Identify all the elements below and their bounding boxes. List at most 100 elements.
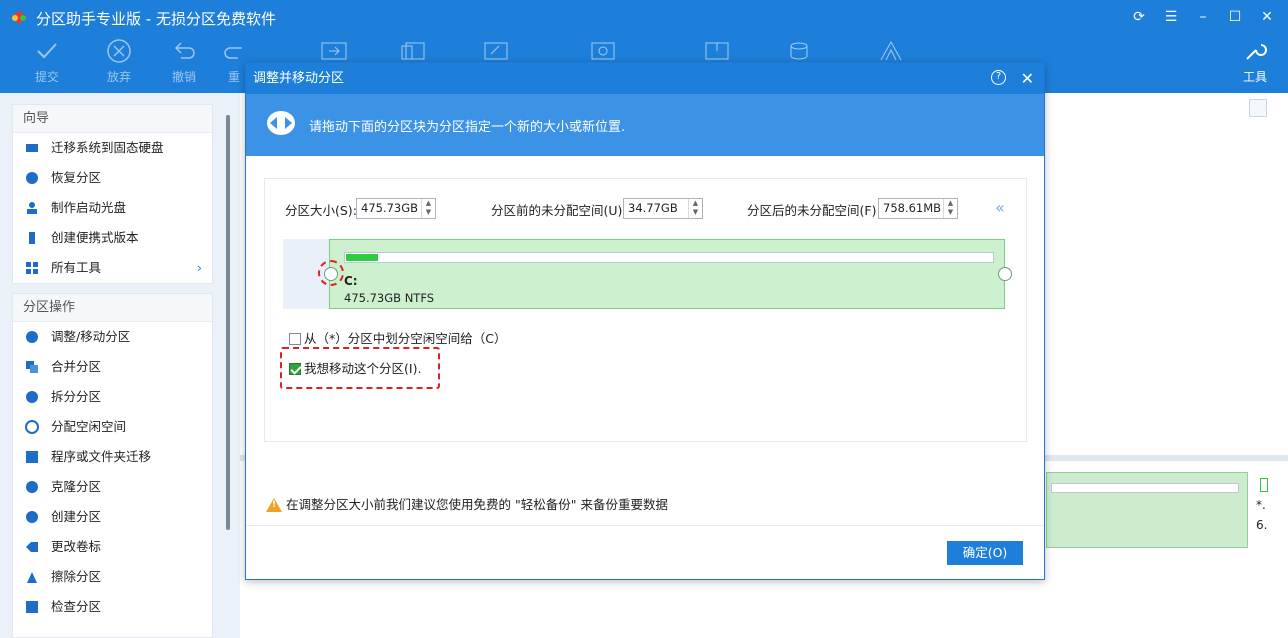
backup-warning: 在调整分区大小前我们建议您使用免费的 "轻松备份" 来备份重要数据 <box>266 494 668 513</box>
check-icon <box>37 43 57 59</box>
pie-icon <box>26 331 38 343</box>
refresh-icon[interactable]: ⟳ <box>1130 8 1148 26</box>
bootable-icon[interactable] <box>702 40 732 62</box>
partition-usage-bar <box>344 252 994 263</box>
convert-icon[interactable] <box>588 40 618 62</box>
wizard-panel: 向导 迁移系统到固态硬盘 恢复分区 制作启动光盘 创建便携式版本 所有工具 › <box>12 104 213 284</box>
redo-button[interactable]: 重 <box>222 38 246 85</box>
app-logo-icon <box>11 11 27 24</box>
dialog-banner: 请拖动下面的分区块为分区指定一个新的大小或新位置. <box>246 94 1044 156</box>
allocate-from-checkbox-row[interactable]: 从（*）分区中划分空闲空间给（C） <box>289 328 506 347</box>
resize-partition-icon[interactable] <box>319 40 349 62</box>
before-label: 分区前的未分配空间(U): <box>491 203 627 218</box>
disk-right-text-1: *. <box>1256 498 1266 512</box>
dialog-close-icon[interactable]: ✕ <box>1021 63 1034 94</box>
sidebar-item-portable-version[interactable]: 创建便携式版本 <box>13 223 212 253</box>
tag-icon <box>26 542 38 552</box>
sidebar-item-all-tools[interactable]: 所有工具 › <box>13 253 212 283</box>
dialog-titlebar: 调整并移动分区 ? ✕ <box>246 63 1044 94</box>
highlight-box <box>280 347 440 389</box>
copy-disk-icon[interactable] <box>400 40 430 62</box>
tools-button[interactable]: 工具 <box>1230 38 1280 85</box>
spin-arrows-icon[interactable]: ▲ ▼ <box>688 199 702 218</box>
sidebar-scrollbar[interactable] <box>226 115 230 530</box>
sidebar-item-create-partition[interactable]: 创建分区 <box>13 502 212 532</box>
sidebar-item-split[interactable]: 拆分分区 <box>13 382 212 412</box>
spin-arrows-icon[interactable]: ▲ ▼ <box>943 199 957 218</box>
wrench-icon <box>1246 44 1267 60</box>
maximize-icon[interactable]: ☐ <box>1226 8 1244 26</box>
sidebar-item-wipe-partition[interactable]: 擦除分区 <box>13 562 212 592</box>
size-label: 分区大小(S): <box>285 203 357 218</box>
redo-icon <box>224 47 242 59</box>
resize-arrows-icon <box>267 111 295 135</box>
collapse-icon[interactable]: « <box>995 198 1005 217</box>
allocate-icon <box>25 420 39 434</box>
dialog-title: 调整并移动分区 <box>253 71 345 86</box>
main-area <box>1046 93 1288 638</box>
disk-mini-bar <box>1260 478 1268 492</box>
person-disc-icon <box>27 202 37 214</box>
minimize-icon[interactable]: – <box>1194 8 1212 26</box>
right-resize-handle[interactable] <box>998 267 1012 281</box>
partition-info: 475.73GB NTFS <box>344 291 435 305</box>
sidebar-item-migrate-os[interactable]: 迁移系统到固态硬盘 <box>13 133 212 163</box>
disk-info-column: *. 6. <box>1256 474 1276 532</box>
partition-ops-panel: 分区操作 调整/移动分区 合并分区 拆分分区 分配空闲空间 程序或文件夹迁移 克… <box>12 293 213 638</box>
submit-button[interactable]: 提交 <box>22 38 72 85</box>
partition-letter: C: <box>344 274 358 288</box>
database-icon[interactable] <box>786 40 816 62</box>
merge-icon <box>26 361 38 373</box>
dialog-separator <box>246 525 1044 526</box>
wizard-title: 向导 <box>13 105 212 133</box>
help-icon[interactable]: ? <box>991 70 1006 85</box>
chevron-right-icon: › <box>197 260 202 275</box>
recover-icon <box>26 172 38 184</box>
clone-icon <box>26 481 38 493</box>
sidebar-item-check-partition[interactable]: 检查分区 <box>13 592 212 622</box>
discard-button[interactable]: 放弃 <box>94 38 144 85</box>
close-icon[interactable]: ✕ <box>1258 8 1276 26</box>
disk-partition-bar[interactable] <box>1046 472 1248 548</box>
sidebar-item-bootable-cd[interactable]: 制作启动光盘 <box>13 193 212 223</box>
ok-button[interactable]: 确定(O) <box>947 541 1023 565</box>
sidebar-item-app-migrate[interactable]: 程序或文件夹迁移 <box>13 442 212 472</box>
resize-panel: 分区大小(S): 475.73GB ▲ ▼ 分区前的未分配空间(U): 34.77… <box>264 178 1027 442</box>
warning-icon <box>266 498 282 512</box>
view-toggle-icon[interactable] <box>1249 99 1267 117</box>
check-partition-icon <box>26 601 38 613</box>
highlight-ring <box>318 260 344 286</box>
align-icon[interactable] <box>876 40 906 62</box>
create-icon <box>26 511 38 523</box>
broom-icon <box>27 572 37 583</box>
split-icon <box>26 391 38 403</box>
app-title: 分区助手专业版 - 无损分区免费软件 <box>36 10 276 28</box>
undo-icon <box>174 42 195 59</box>
cancel-circle-icon <box>107 39 131 63</box>
wipe-icon[interactable] <box>481 40 511 62</box>
window-controls: ⟳ ☰ – ☐ ✕ <box>1130 8 1276 26</box>
sidebar-item-merge[interactable]: 合并分区 <box>13 352 212 382</box>
partition-block[interactable]: C: 475.73GB NTFS <box>329 239 1005 309</box>
banner-text: 请拖动下面的分区块为分区指定一个新的大小或新位置. <box>309 120 626 135</box>
after-label: 分区后的未分配空间(F): <box>747 203 881 218</box>
sidebar-item-resize-move[interactable]: 调整/移动分区 <box>13 322 212 352</box>
sidebar-item-allocate-free[interactable]: 分配空闲空间 <box>13 412 212 442</box>
usb-icon <box>29 232 35 244</box>
grid-icon <box>26 262 38 274</box>
ssd-icon <box>26 144 38 152</box>
undo-button[interactable]: 撤销 <box>159 38 209 85</box>
disk-right-text-2: 6. <box>1256 518 1268 532</box>
allocate-from-checkbox[interactable] <box>289 333 301 345</box>
sidebar-item-recover-partition[interactable]: 恢复分区 <box>13 163 212 193</box>
size-spinbox[interactable]: 475.73GB ▲ ▼ <box>356 198 436 219</box>
before-spinbox[interactable]: 34.77GB ▲ ▼ <box>623 198 703 219</box>
sidebar-item-change-label[interactable]: 更改卷标 <box>13 532 212 562</box>
partition-ops-title: 分区操作 <box>13 294 212 322</box>
app-move-icon <box>26 451 38 463</box>
resize-move-dialog: 调整并移动分区 ? ✕ 请拖动下面的分区块为分区指定一个新的大小或新位置. 分区… <box>245 62 1045 580</box>
sidebar-item-clone-partition[interactable]: 克隆分区 <box>13 472 212 502</box>
spin-arrows-icon[interactable]: ▲ ▼ <box>421 199 435 218</box>
menu-icon[interactable]: ☰ <box>1162 8 1180 26</box>
after-spinbox[interactable]: 758.61MB ▲ ▼ <box>878 198 958 219</box>
